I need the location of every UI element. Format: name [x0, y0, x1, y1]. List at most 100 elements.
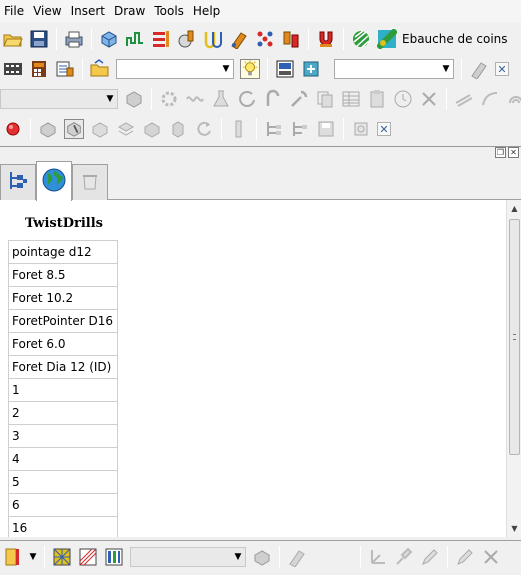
view-side-icon	[168, 119, 188, 139]
table-row[interactable]: 6	[8, 493, 118, 517]
toolbar-simulation: ✕	[0, 114, 521, 144]
pattern-rect-icon[interactable]	[78, 547, 98, 567]
table-row[interactable]: 2	[8, 401, 118, 425]
toolbar-separator	[44, 545, 45, 568]
facing-icon[interactable]	[281, 29, 301, 49]
post-processor-icon[interactable]	[301, 59, 321, 79]
toolbar-separator	[447, 545, 448, 568]
tool-name-cell[interactable]: Foret Dia 12 (ID)	[8, 355, 118, 379]
restore-icon[interactable]: ❐	[495, 147, 506, 158]
select-active-icon[interactable]	[64, 119, 84, 139]
tool-name-cell[interactable]: 5	[8, 470, 118, 494]
toolpath-icon[interactable]	[125, 29, 145, 49]
arc-disabled-icon	[480, 89, 500, 109]
toolbar-separator	[56, 28, 57, 50]
chevron-down-icon: ▼	[106, 94, 114, 104]
globe-icon	[41, 167, 67, 196]
scroll-down-icon[interactable]: ▼	[507, 520, 521, 537]
table-row[interactable]: 16	[8, 516, 118, 537]
record-icon[interactable]	[3, 119, 23, 139]
open-folder-icon[interactable]	[3, 29, 23, 49]
pattern-select[interactable]: ▼	[130, 546, 246, 567]
close-toolbar-button[interactable]: ✕	[377, 122, 391, 136]
scroll-up-icon[interactable]: ▲	[507, 200, 521, 217]
table-row[interactable]: Foret 8.5	[8, 263, 118, 287]
tool-name-cell[interactable]: 16	[8, 516, 118, 537]
save-icon[interactable]	[29, 29, 49, 49]
delete-disabled-icon	[481, 547, 501, 567]
table-row[interactable]: 5	[8, 470, 118, 494]
tool-name-cell[interactable]: 3	[8, 424, 118, 448]
table-row[interactable]: Foret 6.0	[8, 332, 118, 356]
menu-draw[interactable]: Draw	[110, 0, 150, 22]
print-icon[interactable]	[64, 29, 84, 49]
table-row[interactable]: 3	[8, 424, 118, 448]
toolbar-separator	[256, 118, 257, 140]
pattern-bars-icon[interactable]	[104, 547, 124, 567]
corner-roughing-label[interactable]: Ebauche de coins	[402, 32, 508, 46]
stock-disabled-icon	[252, 547, 272, 567]
bottom-toolbar: ▼ ▼	[0, 540, 521, 572]
tool-list-icon[interactable]	[151, 29, 171, 49]
drill-points-icon[interactable]	[255, 29, 275, 49]
menu-insert[interactable]: Insert	[67, 0, 110, 22]
operation-select[interactable]: ▼	[0, 89, 118, 109]
hatch-icon[interactable]	[351, 29, 371, 49]
calculator-icon[interactable]	[29, 59, 49, 79]
menu-file[interactable]: File	[0, 0, 29, 22]
bin-icon	[79, 170, 101, 195]
wrench-disabled-icon	[289, 89, 309, 109]
tool-name-cell[interactable]: ForetPointer D16	[8, 309, 118, 333]
lightbulb-icon[interactable]	[240, 59, 260, 79]
tool-name-cell[interactable]: Foret 8.5	[8, 263, 118, 287]
operations-list-icon[interactable]	[55, 59, 75, 79]
tool-name-cell[interactable]: pointage d12	[8, 240, 118, 264]
machine-select[interactable]: ▼	[116, 59, 234, 79]
menu-help[interactable]: Help	[189, 0, 225, 22]
tab-tree[interactable]	[0, 164, 36, 200]
flask-disabled-icon	[211, 89, 231, 109]
tab-bin[interactable]	[72, 164, 108, 200]
stock-block-icon[interactable]	[99, 29, 119, 49]
toolbar-separator	[343, 118, 344, 140]
table-row[interactable]: 1	[8, 378, 118, 402]
pattern-grid-icon[interactable]	[52, 547, 72, 567]
main-toolbar: Ebauche de coins	[0, 24, 521, 54]
table-row[interactable]: 4	[8, 447, 118, 471]
tool-name-cell[interactable]: 2	[8, 401, 118, 425]
new-dropdown[interactable]: ▼	[26, 547, 40, 567]
tool-name-cell[interactable]: Foret 10.2	[8, 286, 118, 310]
table-row[interactable]: ForetPointer D16	[8, 309, 118, 333]
spiral-disabled-icon	[506, 89, 521, 109]
chevron-down-icon: ▼	[29, 551, 37, 562]
close-icon[interactable]: ✕	[508, 147, 519, 158]
magnet-icon[interactable]	[316, 29, 336, 49]
scroll-thumb[interactable]	[509, 219, 520, 455]
tool-name-cell[interactable]: 6	[8, 493, 118, 517]
vertical-scrollbar[interactable]: ▲ ▼	[506, 200, 521, 537]
pocket-icon[interactable]	[203, 29, 223, 49]
tool-name-cell[interactable]: 4	[8, 447, 118, 471]
tool-name-cell[interactable]: 1	[8, 378, 118, 402]
view-iso-icon	[90, 119, 110, 139]
close-toolbar-button[interactable]: ✕	[495, 62, 509, 76]
contour-icon[interactable]	[229, 29, 249, 49]
stock-gray-icon	[38, 119, 58, 139]
chevron-down-icon: ▼	[234, 551, 242, 562]
tab-globe[interactable]	[36, 161, 72, 201]
menu-view[interactable]: View	[29, 0, 66, 22]
table-row[interactable]: pointage d12	[8, 240, 118, 264]
table-row[interactable]: Foret Dia 12 (ID)	[8, 355, 118, 379]
toolbar-separator	[343, 28, 344, 50]
tool-name-cell[interactable]: Foret 6.0	[8, 332, 118, 356]
menu-tools[interactable]: Tools	[150, 0, 189, 22]
table-row[interactable]: Foret 10.2	[8, 286, 118, 310]
open-icon[interactable]	[90, 59, 110, 79]
column-disabled-icon	[229, 119, 249, 139]
corner-roughing-icon[interactable]	[377, 29, 397, 49]
post-select[interactable]: ▼	[334, 59, 454, 79]
new-document-icon[interactable]	[3, 547, 23, 567]
machine-icon[interactable]	[275, 59, 295, 79]
drill-tool-icon[interactable]	[177, 29, 197, 49]
film-strip-icon[interactable]	[3, 59, 23, 79]
